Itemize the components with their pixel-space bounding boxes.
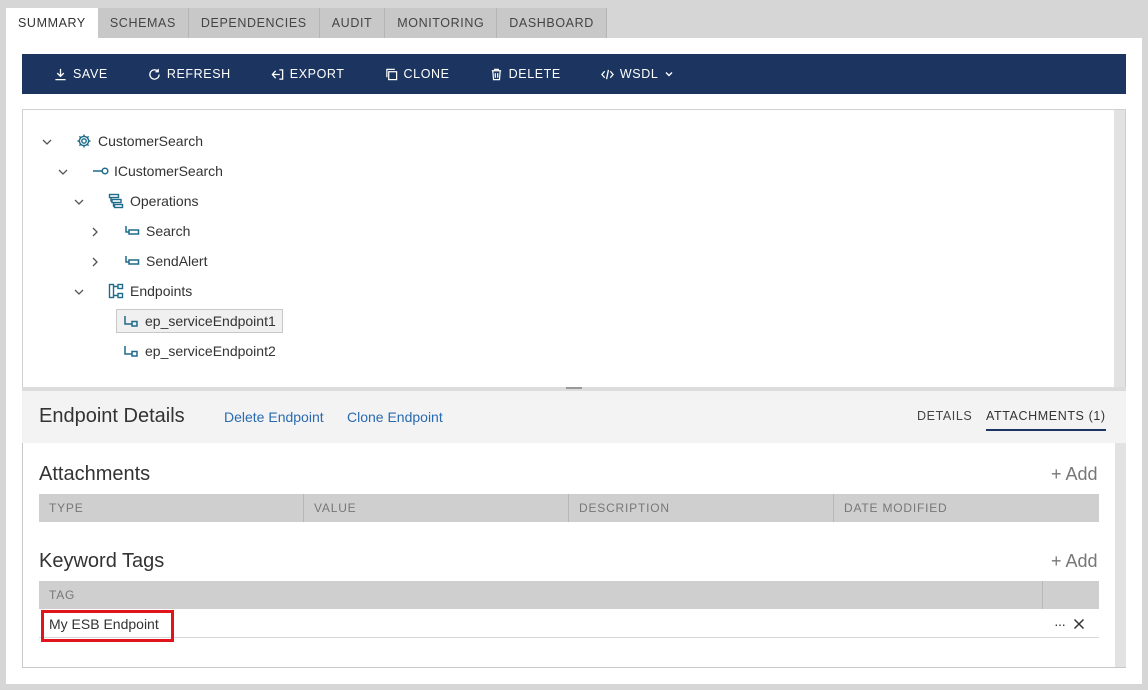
tree-node-label: ep_serviceEndpoint1 <box>145 313 276 329</box>
tree-node-label: CustomerSearch <box>98 133 204 149</box>
toolbar: SAVE REFRESH EXPORT CLONE DELETE WSDL <box>22 54 1126 94</box>
delete-button[interactable]: DELETE <box>490 67 561 81</box>
refresh-icon <box>149 68 160 80</box>
tree-scrollbar[interactable] <box>1114 110 1125 387</box>
operation-icon <box>125 226 140 235</box>
save-label: SAVE <box>73 67 108 81</box>
service-tree: CustomerSearch ICustomerSearch Operation… <box>22 109 1126 387</box>
column-header-type[interactable]: TYPE <box>39 494 304 522</box>
more-options-icon[interactable]: ··· <box>1054 616 1066 632</box>
refresh-button[interactable]: REFRESH <box>148 67 231 81</box>
details-bottom-border <box>22 667 1126 668</box>
export-icon <box>271 68 284 80</box>
keyword-tag-value: My ESB Endpoint <box>49 615 159 632</box>
close-icon[interactable] <box>1073 618 1085 630</box>
tree-node-endpoints[interactable]: Endpoints <box>108 280 192 302</box>
details-left-border <box>22 443 23 667</box>
tree-node-label: Search <box>146 223 191 239</box>
endpoint-details-header: Endpoint Details Delete Endpoint Clone E… <box>22 391 1126 443</box>
tab-dependencies[interactable]: DEPENDENCIES <box>188 8 320 38</box>
tree-node-label: Operations <box>130 193 199 209</box>
column-header-description[interactable]: DESCRIPTION <box>569 494 834 522</box>
tab-audit[interactable]: AUDIT <box>319 8 386 38</box>
tab-attachments[interactable]: ATTACHMENTS (1) <box>986 409 1106 431</box>
tab-monitoring[interactable]: MONITORING <box>385 8 498 38</box>
keyword-tags-title: Keyword Tags <box>39 550 165 572</box>
attachments-title: Attachments <box>39 463 151 485</box>
table-row[interactable]: My ESB Endpoint ··· <box>39 610 1099 642</box>
column-header-value[interactable]: VALUE <box>304 494 569 522</box>
clone-button[interactable]: CLONE <box>385 67 450 81</box>
clone-endpoint-link[interactable]: Clone Endpoint <box>347 409 443 425</box>
tab-dashboard[interactable]: DASHBOARD <box>497 8 607 38</box>
tree-node-icustomersearch[interactable]: ICustomerSearch <box>92 160 223 182</box>
operations-icon <box>108 193 124 209</box>
tree-node-operations[interactable]: Operations <box>108 190 198 212</box>
delete-endpoint-link[interactable]: Delete Endpoint <box>224 409 324 425</box>
endpoint-icon <box>124 346 138 357</box>
code-icon <box>600 69 614 79</box>
tree-node-search[interactable]: Search <box>124 220 190 242</box>
wsdl-label: WSDL <box>619 67 659 81</box>
attachments-table-header: TYPE VALUE DESCRIPTION DATE MODIFIED <box>39 494 1099 522</box>
clone-label: CLONE <box>403 67 450 81</box>
chevron-right-icon[interactable] <box>89 226 101 238</box>
tab-schemas[interactable]: SCHEMAS <box>97 8 189 38</box>
tree-node-sendalert[interactable]: SendAlert <box>124 250 207 272</box>
details-scrollbar[interactable] <box>1115 443 1126 667</box>
tree-node-customersearch[interactable]: CustomerSearch <box>76 130 203 152</box>
splitter-grip[interactable] <box>566 387 582 389</box>
tree-node-ep-serviceendpoint2[interactable]: ep_serviceEndpoint2 <box>123 340 276 362</box>
endpoint-icon <box>124 316 138 327</box>
tree-node-ep-serviceendpoint1[interactable]: ep_serviceEndpoint1 <box>116 309 283 333</box>
endpoints-icon <box>108 283 124 299</box>
column-header-actions <box>1043 581 1099 609</box>
row-actions: ··· <box>1054 616 1085 632</box>
refresh-label: REFRESH <box>166 67 231 81</box>
tree-node-label: ep_serviceEndpoint2 <box>145 343 276 359</box>
chevron-right-icon[interactable] <box>89 256 101 268</box>
tree-node-label: SendAlert <box>146 253 208 269</box>
export-label: EXPORT <box>289 67 345 81</box>
tree-node-label: ICustomerSearch <box>114 163 223 179</box>
add-keyword-button[interactable]: + Add <box>1051 551 1098 572</box>
trash-icon <box>491 68 501 80</box>
gear-icon <box>77 134 91 148</box>
chevron-down-icon <box>665 72 673 77</box>
chevron-down-icon[interactable] <box>73 286 85 298</box>
interface-icon <box>93 167 109 175</box>
add-attachment-button[interactable]: + Add <box>1051 464 1098 485</box>
chevron-down-icon[interactable] <box>57 166 69 178</box>
column-header-date-modified[interactable]: DATE MODIFIED <box>834 494 1099 522</box>
keyword-table-header: TAG <box>39 581 1099 609</box>
chevron-down-icon[interactable] <box>41 136 53 148</box>
details-title: Endpoint Details <box>39 405 185 427</box>
main-panel: SAVE REFRESH EXPORT CLONE DELETE WSDL Cu… <box>6 38 1142 684</box>
column-header-tag[interactable]: TAG <box>39 581 1043 609</box>
export-button[interactable]: EXPORT <box>271 67 345 81</box>
wsdl-dropdown[interactable]: WSDL <box>600 67 675 81</box>
delete-label: DELETE <box>508 67 561 81</box>
save-button[interactable]: SAVE <box>54 67 108 81</box>
chevron-down-icon[interactable] <box>73 196 85 208</box>
tab-details[interactable]: DETAILS <box>917 409 972 423</box>
top-tab-bar: SUMMARY SCHEMAS DEPENDENCIES AUDIT MONIT… <box>6 8 607 38</box>
tab-summary[interactable]: SUMMARY <box>6 8 98 38</box>
tree-node-label: Endpoints <box>130 283 193 299</box>
operation-icon <box>125 256 140 265</box>
copy-icon <box>385 68 397 80</box>
download-icon <box>55 68 66 80</box>
